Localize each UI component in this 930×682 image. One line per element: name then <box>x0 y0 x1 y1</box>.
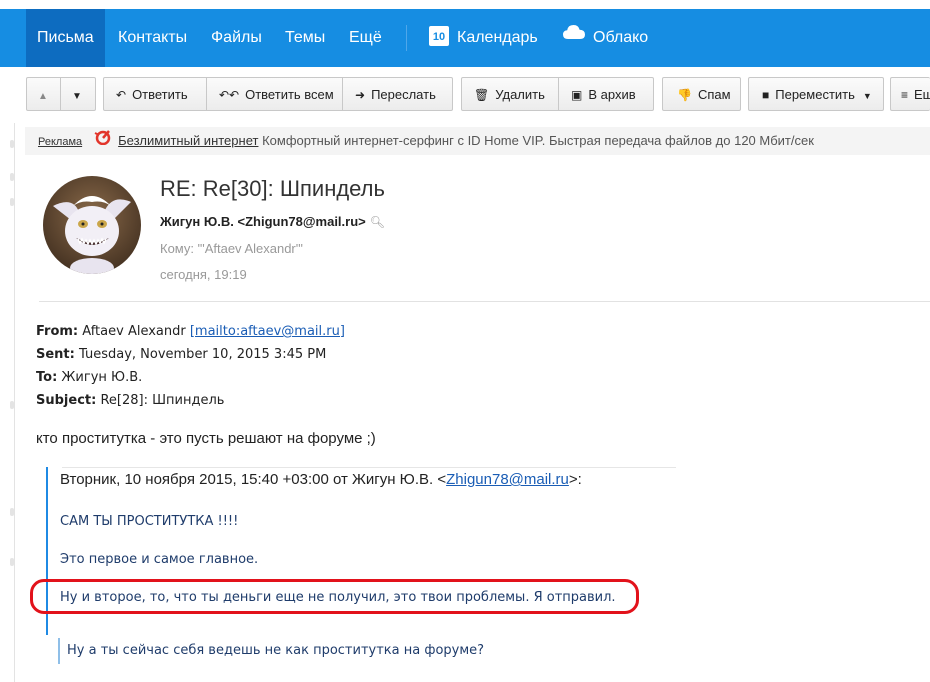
strip-marker <box>10 173 14 181</box>
reply-all-button[interactable]: ↶↶ Ответить всем <box>207 78 343 110</box>
nav-cloud[interactable]: Облако <box>552 9 659 67</box>
reply-button[interactable]: ↶ Ответить <box>104 78 207 110</box>
message-subject: RE: Re[30]: Шпиндель <box>160 176 385 201</box>
reply-label: Ответить <box>132 87 188 102</box>
orig-to-value: Жигун Ю.В. <box>61 370 143 385</box>
quote-header: Вторник, 10 ноября 2015, 15:40 +03:00 от… <box>60 471 582 488</box>
main-navbar: Письма Контакты Файлы Темы Ещё 10 Календа… <box>0 9 930 67</box>
strip-marker <box>10 140 14 148</box>
mailto-link[interactable]: [mailto:aftaev@mail.ru] <box>190 324 345 339</box>
strip-marker <box>10 508 14 516</box>
ad-label[interactable]: Реклама <box>38 136 82 148</box>
forward-label: Переслать <box>371 87 436 102</box>
nav-themes-label: Темы <box>285 29 326 46</box>
delete-archive-group: 🗑 Удалить ▣ В архив <box>461 77 654 111</box>
nav-contacts-label: Контакты <box>118 29 188 46</box>
quote-email-link[interactable]: Zhigun78@mail.ru <box>446 471 569 488</box>
orig-from-label: From: <box>36 324 79 339</box>
delete-button[interactable]: 🗑 Удалить <box>462 78 559 110</box>
nav-more[interactable]: Ещё <box>338 9 393 67</box>
sender-name[interactable]: Жигун Ю.В. <Zhigun78@mail.ru> <box>160 214 366 229</box>
next-message-button[interactable]: ▼ <box>61 78 93 110</box>
quote-divider <box>62 467 676 468</box>
strip-marker <box>10 198 14 206</box>
toolbar: ▲ ▼ ↶ Ответить ↶↶ Ответить всем ➜ Переслать 🗑 У… <box>0 67 930 123</box>
message-from[interactable]: Жигун Ю.В. <Zhigun78@mail.ru> 🔍︎ <box>160 214 385 229</box>
quote-header-suffix: >: <box>568 471 582 488</box>
forward-icon: ➜ <box>355 88 366 102</box>
nested-quote-bar <box>58 638 60 664</box>
folder-list-collapsed[interactable] <box>0 123 15 682</box>
calendar-icon: 10 <box>429 25 449 46</box>
nav-more-label: Ещё <box>349 29 382 46</box>
ad-link[interactable]: Безлимитный интернет <box>118 133 258 148</box>
highlight-annotation <box>30 579 639 614</box>
nav-separator <box>406 25 407 51</box>
down-arrow-icon: ▼ <box>72 91 82 102</box>
archive-label: В архив <box>588 87 636 102</box>
cloud-icon <box>563 7 585 65</box>
message-to: Кому: "'Aftaev Alexandr'" <box>160 241 303 256</box>
nav-files-label: Файлы <box>211 29 262 46</box>
nav-mail[interactable]: Письма <box>26 9 105 67</box>
ad-banner: Реклама Безлимитный интернет Комфортный … <box>25 127 930 155</box>
move-label: Переместить <box>775 87 855 102</box>
orig-sent-label: Sent: <box>36 347 75 362</box>
folder-icon: ■ <box>762 88 770 102</box>
more-button[interactable]: ≡ Ещ <box>890 77 930 111</box>
avatar <box>43 176 141 274</box>
trash-icon: 🗑 <box>474 88 490 102</box>
ad-text: Комфортный интернет-серфинг с ID Home VI… <box>262 133 814 148</box>
delete-label: Удалить <box>495 87 545 102</box>
spam-button[interactable]: 👎 Спам <box>662 77 741 111</box>
quote-header-prefix: Вторник, 10 ноября 2015, 15:40 +03:00 от… <box>60 471 447 488</box>
archive-icon: ▣ <box>571 88 583 102</box>
nav-contacts[interactable]: Контакты <box>107 9 198 67</box>
orig-to-line: To: Жигун Ю.В. <box>36 370 142 385</box>
archive-button[interactable]: ▣ В архив <box>559 78 653 110</box>
spam-label: Спам <box>697 87 731 102</box>
orig-sent-value: Tuesday, November 10, 2015 3:45 PM <box>79 347 327 362</box>
orig-from-value: Aftaev Alexandr <box>82 324 186 339</box>
search-icon[interactable]: 🔍︎ <box>370 215 385 229</box>
nav-calendar[interactable]: 10 Календарь <box>418 9 549 67</box>
more-label: Ещ <box>914 87 930 102</box>
orig-from-line: From: Aftaev Alexandr [mailto:aftaev@mai… <box>36 324 345 339</box>
nav-themes[interactable]: Темы <box>274 9 336 67</box>
speed-icon <box>94 127 112 155</box>
orig-subject-line: Subject: Re[28]: Шпиндель <box>36 393 224 408</box>
menu-icon: ≡ <box>901 88 909 102</box>
orig-to-label: To: <box>36 370 58 385</box>
strip-marker <box>10 401 14 409</box>
reply-icon: ↶ <box>116 88 127 102</box>
reply-body-text: кто проститутка - это пусть решают на фо… <box>36 430 376 447</box>
forward-button[interactable]: ➜ Переслать <box>343 78 452 110</box>
nav-calendar-label: Календарь <box>457 29 538 46</box>
top-strip <box>0 0 930 9</box>
reply-all-icon: ↶↶ <box>219 88 240 102</box>
nav-cloud-label: Облако <box>593 29 649 47</box>
reply-group: ↶ Ответить ↶↶ Ответить всем ➜ Переслать <box>103 77 453 111</box>
reply-all-label: Ответить всем <box>245 87 334 102</box>
move-button[interactable]: ■ Переместить ▼ <box>748 77 884 111</box>
quote-line-1: САМ ТЫ ПРОСТИТУТКА !!!! <box>60 514 239 529</box>
quote-line-4: Ну а ты сейчас себя ведешь не как прости… <box>67 643 485 658</box>
chevron-down-icon: ▼ <box>862 91 872 101</box>
message-date: сегодня, 19:19 <box>160 267 247 282</box>
prev-next-group: ▲ ▼ <box>26 77 96 111</box>
nav-mail-label: Письма <box>37 29 94 46</box>
quote-line-2: Это первое и самое главное. <box>60 552 259 567</box>
strip-marker <box>10 558 14 566</box>
prev-message-button[interactable]: ▲ <box>27 78 61 110</box>
up-arrow-icon: ▲ <box>38 91 48 102</box>
orig-subject-value: Re[28]: Шпиндель <box>100 393 225 408</box>
nav-files[interactable]: Файлы <box>200 9 273 67</box>
orig-sent-line: Sent: Tuesday, November 10, 2015 3:45 PM <box>36 347 326 362</box>
thumbs-down-icon: 👎 <box>677 88 692 102</box>
orig-subject-label: Subject: <box>36 393 97 408</box>
header-divider <box>39 301 930 302</box>
